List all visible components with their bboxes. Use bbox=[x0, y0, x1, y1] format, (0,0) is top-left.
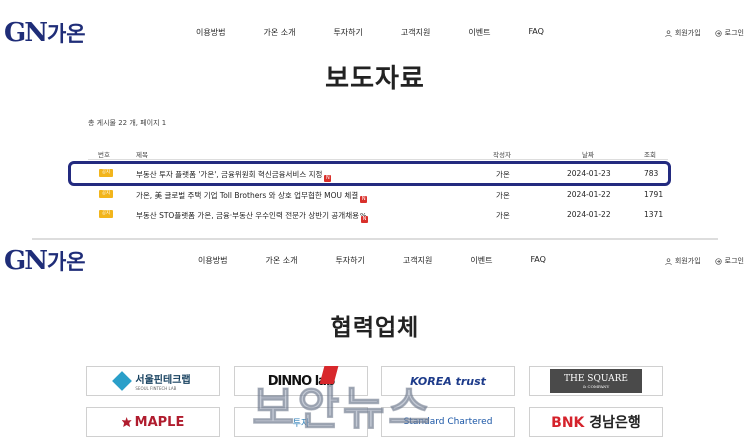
nav-item-support[interactable]: 고객지원 bbox=[403, 255, 432, 266]
logo-text: 가온 bbox=[46, 22, 86, 46]
logo[interactable]: GN 가온 bbox=[4, 246, 86, 276]
table-row[interactable]: 공지 가온, 美 글로벌 주택 기업 Toll Brothers 와 상호 업무… bbox=[88, 184, 668, 204]
partner-name: MAPLE bbox=[134, 414, 185, 430]
new-badge: N bbox=[361, 216, 368, 223]
row-date: 2024-01-22 bbox=[567, 190, 611, 199]
col-author: 작성자 bbox=[493, 151, 511, 159]
partner-name: BNK 경남은행 bbox=[551, 415, 641, 431]
main-nav: 이용방법 가온 소개 투자하기 고객지원 이벤트 FAQ bbox=[196, 27, 582, 38]
logo[interactable]: GN 가온 bbox=[4, 18, 86, 48]
user-icon bbox=[665, 29, 672, 37]
login-label: 로그인 bbox=[724, 257, 744, 265]
partner-card[interactable]: 서울핀테크랩 SEOUL FINTECH LAB bbox=[86, 366, 220, 396]
nav-item-faq[interactable]: FAQ bbox=[530, 255, 546, 266]
row-views: 1371 bbox=[644, 210, 664, 219]
login-icon bbox=[715, 29, 722, 37]
row-title[interactable]: 부동산 STO플랫폼 가온, 금융·부동산 우수인력 전문가 상반기 공개채용 N… bbox=[136, 210, 368, 223]
nav-item-faq[interactable]: FAQ bbox=[528, 27, 544, 38]
partner-card[interactable]: BNK 경남은행 bbox=[529, 407, 663, 437]
row-title[interactable]: 가온, 美 글로벌 주택 기업 Toll Brothers 와 상호 업무협한 … bbox=[136, 190, 368, 203]
row-author: 가온 bbox=[496, 211, 510, 220]
partner-card[interactable]: MAPLE bbox=[86, 407, 220, 437]
partner-card[interactable]: THE SQUARE & COMPANY bbox=[529, 366, 663, 396]
user-icon bbox=[665, 257, 672, 265]
logo-mark: GN bbox=[4, 246, 48, 276]
login-link[interactable]: 로그인 bbox=[715, 256, 744, 266]
table-header: 번호 제목 작성자 날짜 조회 bbox=[88, 146, 668, 160]
new-badge: N bbox=[360, 196, 368, 203]
notice-badge: 공지 bbox=[99, 190, 113, 198]
partner-name: THE SQUARE & COMPANY bbox=[550, 369, 642, 393]
nav-item-about[interactable]: 가온 소개 bbox=[263, 27, 295, 38]
login-icon bbox=[715, 257, 722, 265]
col-date: 날짜 bbox=[582, 151, 594, 159]
nav-item-guide[interactable]: 이용방법 bbox=[198, 255, 227, 266]
logo-text: 가온 bbox=[46, 250, 86, 274]
screenshot: GN 가온 이용방법 가온 소개 투자하기 고객지원 이벤트 FAQ 회원가입 … bbox=[0, 0, 750, 445]
row-author: 가온 bbox=[496, 191, 510, 200]
second-header: GN 가온 이용방법 가온 소개 투자하기 고객지원 이벤트 FAQ 회원가입 … bbox=[0, 244, 750, 280]
nav-item-event[interactable]: 이벤트 bbox=[468, 27, 490, 38]
divider bbox=[32, 238, 718, 240]
col-no: 번호 bbox=[98, 151, 110, 159]
top-header: GN 가온 이용방법 가온 소개 투자하기 고객지원 이벤트 FAQ 회원가입 … bbox=[0, 16, 750, 52]
signup-label: 회원가입 bbox=[674, 29, 701, 37]
partners-title: 협력업체 bbox=[330, 315, 420, 341]
user-links: 회원가입 로그인 bbox=[651, 28, 744, 38]
user-links: 회원가입 로그인 bbox=[651, 256, 744, 266]
signup-link[interactable]: 회원가입 bbox=[665, 256, 701, 266]
nav-item-invest[interactable]: 투자하기 bbox=[335, 255, 364, 266]
col-views: 조회 bbox=[644, 151, 656, 159]
maple-leaf-icon bbox=[121, 417, 132, 427]
fintech-logo-icon bbox=[112, 371, 133, 391]
nav-item-event[interactable]: 이벤트 bbox=[470, 255, 492, 266]
logo-mark: GN bbox=[4, 18, 48, 48]
signup-label: 회원가입 bbox=[674, 257, 701, 265]
main-nav: 이용방법 가온 소개 투자하기 고객지원 이벤트 FAQ bbox=[198, 255, 584, 266]
col-title: 제목 bbox=[136, 151, 148, 159]
nav-item-guide[interactable]: 이용방법 bbox=[196, 27, 225, 38]
login-label: 로그인 bbox=[724, 29, 744, 37]
nav-item-about[interactable]: 가온 소개 bbox=[265, 255, 297, 266]
signup-link[interactable]: 회원가입 bbox=[665, 28, 701, 38]
login-link[interactable]: 로그인 bbox=[715, 28, 744, 38]
row-views: 1791 bbox=[644, 190, 664, 199]
press-title: 보도자료 bbox=[325, 64, 425, 94]
partner-name: 서울핀테크랩 SEOUL FINTECH LAB bbox=[135, 375, 191, 391]
watermark: 보안뉴스 bbox=[251, 381, 434, 436]
nav-item-invest[interactable]: 투자하기 bbox=[333, 27, 362, 38]
notice-badge: 공지 bbox=[99, 210, 113, 218]
table-row[interactable]: 공지 부동산 STO플랫폼 가온, 금융·부동산 우수인력 전문가 상반기 공개… bbox=[88, 204, 668, 224]
nav-item-support[interactable]: 고객지원 bbox=[401, 27, 430, 38]
highlight-box bbox=[68, 161, 671, 186]
row-date: 2024-01-22 bbox=[567, 210, 611, 219]
post-count: 총 게시물 22 개, 페이지 1 bbox=[88, 119, 167, 127]
